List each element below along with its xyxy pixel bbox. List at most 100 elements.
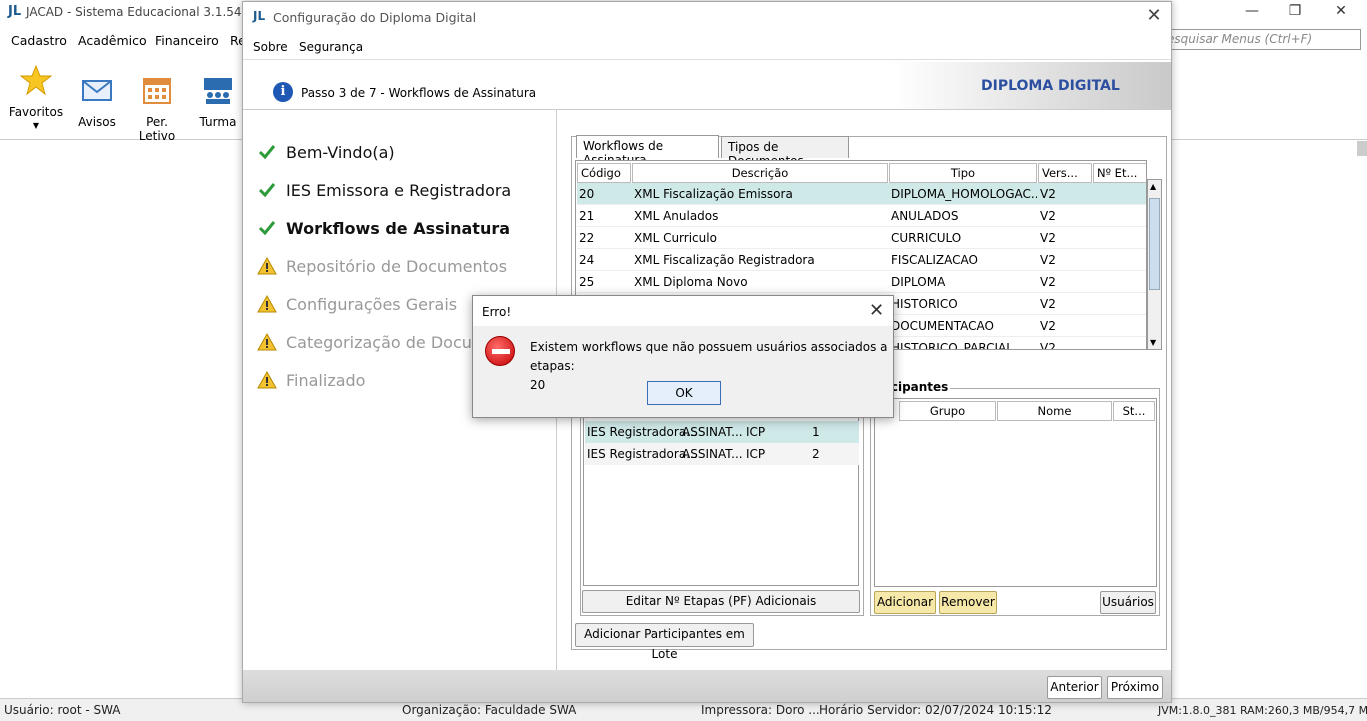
step-indicator: Passo 3 de 7 - Workflows de Assinatura [301,86,537,100]
table-row[interactable]: IES Registradora... ASSINAT... ICP 1 [585,421,859,443]
column-header[interactable]: Descrição [632,163,888,183]
cell: ASSINAT... [682,447,743,461]
add-participant-button[interactable]: Adicionar [874,591,936,614]
wizard-footer: Anterior Próximo [243,670,1171,702]
menu-seguranca[interactable]: Segurança [299,40,363,54]
favorites-button[interactable]: Favoritos ▼ [8,64,64,130]
cell: 22 [579,231,595,245]
table-row[interactable]: 24 XML Fiscalização Registradora FISCALI… [577,249,1146,271]
column-header[interactable]: Tipo [889,163,1037,183]
menu-financeiro[interactable]: Financeiro [155,33,219,48]
cell: CURRICULO [891,231,962,245]
column-header[interactable]: Nome [997,401,1112,421]
app-logo-icon: JL [8,4,22,19]
menu-cadastro[interactable]: Cadastro [11,33,67,48]
cell: 21 [579,209,595,223]
dialog-close-button[interactable]: ✕ [1141,5,1167,29]
dialog-menu-bar: Sobre Segurança [243,34,1171,60]
info-icon: i [273,82,293,102]
cell: XML Fiscalização Emissora [634,187,793,201]
cell: XML Curriculo [634,231,717,245]
periodo-letivo-button[interactable]: Per. Letivo [128,74,186,143]
column-header[interactable]: Nº Et... [1093,163,1146,183]
turma-label: Turma [199,115,237,129]
cell: ICP [746,425,766,439]
turma-button[interactable]: Turma [196,74,240,129]
previous-button[interactable]: Anterior [1047,676,1102,699]
star-icon [19,64,53,96]
error-close-button[interactable]: ✕ [869,300,884,321]
tab-workflows[interactable]: Workflows de Assinatura [576,135,719,167]
table-row[interactable]: 22 XML Curriculo CURRICULO V2 [577,227,1146,249]
users-button[interactable]: Usuários [1100,591,1156,614]
error-title-bar: Erro! ✕ [473,296,893,326]
maximize-button[interactable]: ❐ [1272,0,1318,24]
table-row[interactable]: 25 XML Diploma Novo DIPLOMA V2 [577,271,1146,293]
menu-academico[interactable]: Acadêmico [78,33,147,48]
cell: V2 [1040,275,1056,289]
status-jvm: JVM:1.8.0_381 RAM:260,3 MB/954,7 MB [1158,704,1367,717]
etapas-table: IES Registradora... ASSINAT... ICP 1 IES… [583,416,859,586]
mail-icon [82,80,112,101]
warning-icon [257,294,277,313]
scroll-up-icon[interactable]: ▲ [1150,182,1156,191]
dialog-logo-icon: JL [253,9,266,23]
dialog-title-bar: JL Configuração do Diploma Digital ✕ [243,2,1171,32]
periodo-letivo-label: Per. Letivo [138,115,176,143]
checkmark-icon [258,145,276,160]
cell: V2 [1040,341,1056,350]
cell: V2 [1040,209,1056,223]
cell: V2 [1040,253,1056,267]
column-header[interactable]: Grupo [899,401,996,421]
cell: ASSINAT... [682,425,743,439]
close-button[interactable]: ✕ [1318,0,1364,24]
app-title: JACAD - Sistema Educacional 3.1.54 [26,5,242,19]
step-label: Finalizado [286,371,366,390]
remove-participant-button[interactable]: Remover [939,591,997,614]
add-batch-button[interactable]: Adicionar Participantes em Lote [575,623,754,661]
workspace-scrollbar[interactable] [1357,141,1367,156]
cell: XML Diploma Novo [634,275,748,289]
cell: DIPLOMA [891,275,946,289]
avisos-button[interactable]: Avisos [72,74,122,129]
cell: ANULADOS [891,209,959,223]
step-label: Categorização de Docume [286,333,498,352]
table-scrollbar[interactable]: ▲ ▼ [1147,179,1162,350]
ok-button[interactable]: OK [647,381,721,405]
edit-steps-button[interactable]: Editar Nº Etapas (PF) Adicionais [582,590,860,613]
step-label: Workflows de Assinatura [286,219,511,238]
cell: 20 [579,187,595,201]
cell: ICP [746,447,766,461]
class-icon [204,78,232,104]
table-row[interactable]: IES Registradora... ASSINAT... ICP 2 [585,443,859,465]
error-message-text: Existem workflows que não possuem usuári… [530,340,888,373]
column-header[interactable]: St... [1113,401,1155,421]
cell: DOCUMENTACAO [891,319,994,333]
scroll-down-icon[interactable]: ▼ [1150,338,1156,347]
error-icon [485,336,515,366]
status-user: Usuário: root - SWA [4,703,121,717]
scroll-thumb[interactable] [1149,198,1160,290]
cell: XML Anulados [634,209,719,223]
error-title: Erro! [482,305,512,319]
error-dialog: Erro! ✕ Existem workflows que não possue… [472,295,894,418]
column-header[interactable]: Código [577,163,631,183]
menu-search-input[interactable]: esquisar Menus (Ctrl+F) [1160,29,1361,50]
table-row[interactable]: 21 XML Anulados ANULADOS V2 [577,205,1146,227]
minimize-button[interactable]: — [1229,0,1275,24]
table-row[interactable]: 20 XML Fiscalização Emissora DIPLOMA_HOM… [577,183,1146,205]
column-header[interactable]: Vers... [1038,163,1092,183]
menu-sobre[interactable]: Sobre [253,40,288,54]
cell: HISTORICO [891,297,958,311]
avisos-label: Avisos [78,115,116,129]
calendar-icon [143,78,171,104]
next-button[interactable]: Próximo [1107,676,1163,699]
dialog-title: Configuração do Diploma Digital [273,10,477,25]
cell: 1 [812,425,820,439]
cell: 24 [579,253,595,267]
cell: DIPLOMA_HOMOLOGAC... [891,187,1037,201]
participants-table: Grupo Nome St... [874,398,1157,587]
tab-tipos-documentos[interactable]: Tipos de Documentos [721,136,849,168]
step-label: IES Emissora e Registradora [286,181,512,200]
favorites-label: Favoritos [8,105,64,119]
